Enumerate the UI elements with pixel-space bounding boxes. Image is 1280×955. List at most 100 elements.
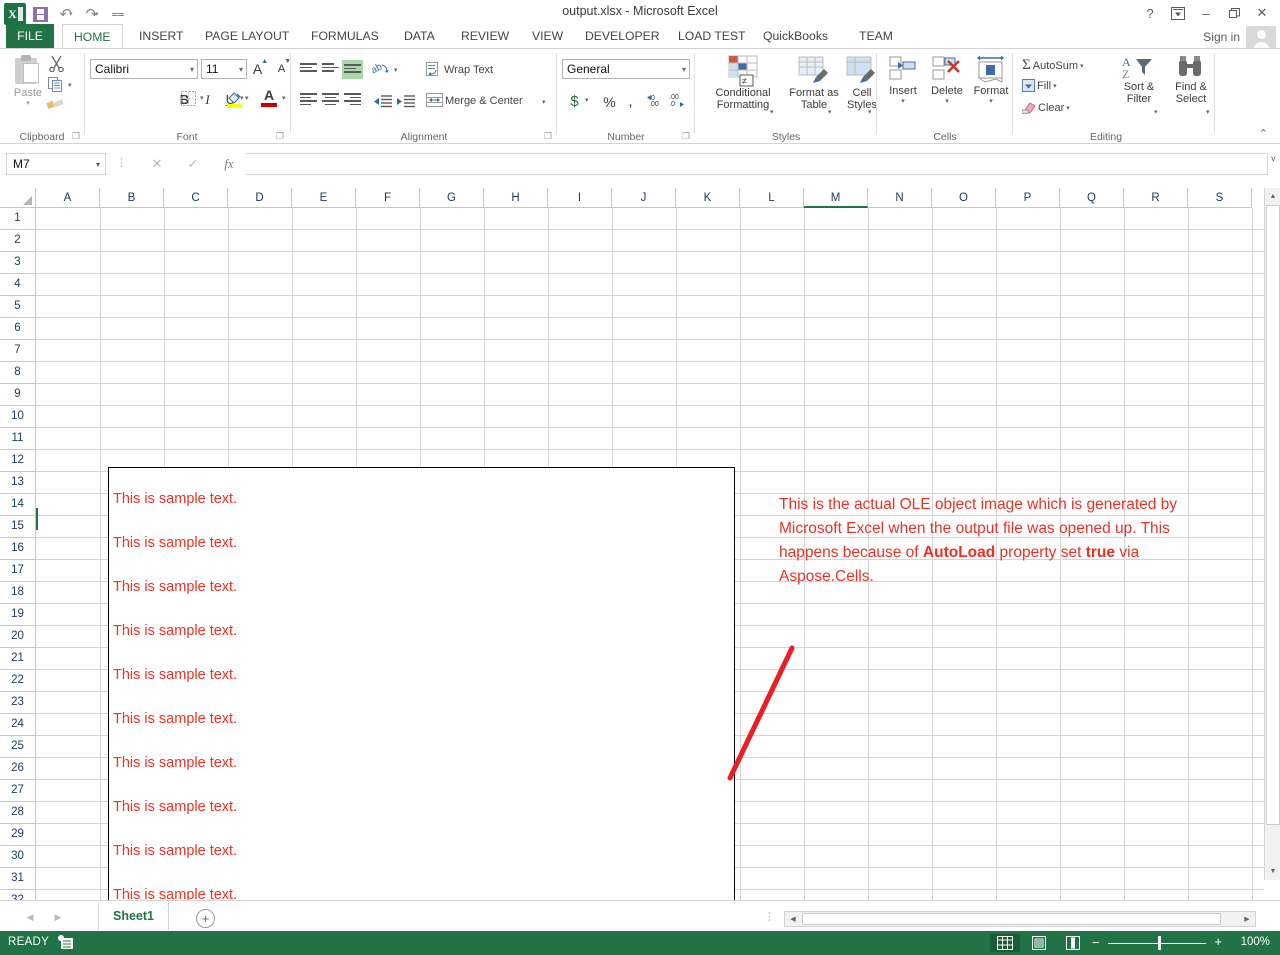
scroll-right-icon[interactable]: ▶	[1239, 912, 1255, 926]
font-size-select[interactable]: 11	[201, 59, 247, 79]
select-all-corner[interactable]	[0, 188, 36, 208]
orientation-icon[interactable]: ab	[369, 61, 390, 82]
accounting-caret-icon[interactable]: ▾	[585, 96, 589, 104]
row-header-5[interactable]: 5	[0, 296, 36, 318]
close-icon[interactable]: ✕	[1248, 2, 1276, 24]
delete-caret-icon[interactable]: ▾	[926, 97, 968, 105]
percent-format-icon[interactable]: %	[599, 91, 620, 112]
increase-indent-icon[interactable]	[397, 95, 415, 113]
row-header-8[interactable]: 8	[0, 362, 36, 384]
align-middle-icon[interactable]	[322, 63, 339, 76]
fill-color-caret-icon[interactable]: ▾	[245, 94, 249, 102]
align-center-icon[interactable]	[322, 93, 339, 106]
column-header-e[interactable]: E	[292, 188, 356, 208]
borders-caret-icon[interactable]: ▾	[200, 94, 204, 102]
tab-page-layout[interactable]: PAGE LAYOUT	[194, 24, 300, 49]
record-macro-icon[interactable]	[58, 935, 74, 950]
conditional-formatting-caret-icon[interactable]: ▾	[770, 108, 774, 116]
row-header-28[interactable]: 28	[0, 802, 36, 824]
cancel-formula-icon[interactable]: ✕	[140, 154, 174, 174]
horizontal-scrollbar[interactable]: ◀ ▶	[784, 911, 1256, 927]
row-header-9[interactable]: 9	[0, 384, 36, 406]
row-header-23[interactable]: 23	[0, 692, 36, 714]
row-header-2[interactable]: 2	[0, 230, 36, 252]
font-color-icon[interactable]: A	[261, 88, 277, 107]
cut-icon[interactable]	[48, 55, 65, 77]
row-header-31[interactable]: 31	[0, 868, 36, 890]
help-icon[interactable]: ?	[1136, 2, 1164, 24]
align-right-icon[interactable]	[344, 93, 361, 106]
next-sheet-icon[interactable]: ▶	[48, 909, 68, 925]
column-header-h[interactable]: H	[484, 188, 548, 208]
row-header-16[interactable]: 16	[0, 538, 36, 560]
font-color-caret-icon[interactable]: ▾	[282, 94, 286, 102]
page-break-preview-icon[interactable]	[1058, 934, 1088, 952]
column-header-a[interactable]: A	[36, 188, 100, 208]
clear-caret-icon[interactable]: ▾	[1066, 104, 1070, 112]
enter-formula-icon[interactable]: ✓	[176, 154, 210, 174]
column-header-n[interactable]: N	[868, 188, 932, 208]
previous-sheet-icon[interactable]: ◀	[20, 909, 40, 925]
fill-color-icon[interactable]	[226, 90, 243, 113]
column-header-r[interactable]: R	[1124, 188, 1188, 208]
autosum-button[interactable]: Σ AutoSum ▾	[1022, 57, 1084, 74]
increase-decimal-icon[interactable]: .0.00	[646, 93, 664, 112]
scroll-left-icon[interactable]: ◀	[785, 912, 801, 926]
row-header-27[interactable]: 27	[0, 780, 36, 802]
name-box[interactable]: M7	[6, 153, 106, 175]
column-header-g[interactable]: G	[420, 188, 484, 208]
row-header-24[interactable]: 24	[0, 714, 36, 736]
sort-filter-button[interactable]: A Z Sort & Filter	[1114, 55, 1164, 105]
column-header-p[interactable]: P	[996, 188, 1060, 208]
tab-insert[interactable]: INSERT	[128, 24, 194, 49]
row-header-20[interactable]: 20	[0, 626, 36, 648]
column-header-i[interactable]: I	[548, 188, 612, 208]
column-header-f[interactable]: F	[356, 188, 420, 208]
decrease-decimal-icon[interactable]: .00.0	[668, 93, 686, 112]
column-header-d[interactable]: D	[228, 188, 292, 208]
restore-icon[interactable]	[1220, 2, 1248, 24]
page-layout-view-icon[interactable]	[1024, 934, 1054, 952]
number-format-select[interactable]: General	[562, 59, 690, 79]
normal-view-icon[interactable]	[990, 934, 1020, 952]
decrease-indent-icon[interactable]	[374, 95, 392, 113]
row-header-14[interactable]: 14	[0, 494, 36, 516]
row-header-10[interactable]: 10	[0, 406, 36, 428]
row-header-1[interactable]: 1	[0, 208, 36, 230]
wrap-text-button[interactable]: Wrap Text	[426, 62, 493, 77]
row-header-17[interactable]: 17	[0, 560, 36, 582]
format-as-table-caret-icon[interactable]: ▾	[828, 108, 832, 116]
zoom-knob[interactable]	[1158, 936, 1161, 950]
ole-object[interactable]: This is sample text. This is sample text.…	[108, 467, 735, 900]
increase-font-size-icon[interactable]: A ▲	[250, 58, 271, 79]
find-select-button[interactable]: Find & Select	[1166, 55, 1216, 105]
row-header-13[interactable]: 13	[0, 472, 36, 494]
column-header-o[interactable]: O	[932, 188, 996, 208]
row-header-7[interactable]: 7	[0, 340, 36, 362]
tab-developer[interactable]: DEVELOPER	[574, 24, 671, 49]
column-header-j[interactable]: J	[612, 188, 676, 208]
sheet-tab-split-handle[interactable]: ⋮	[764, 910, 775, 923]
alignment-dialog-launcher[interactable]: ❐	[544, 131, 552, 142]
zoom-slider[interactable]: − +	[1092, 934, 1222, 951]
format-caret-icon[interactable]: ▾	[970, 97, 1012, 105]
format-cells-button[interactable]: Format ▾	[970, 55, 1012, 105]
scroll-down-icon[interactable]: ▼	[1265, 863, 1280, 880]
autosum-caret-icon[interactable]: ▾	[1080, 62, 1084, 70]
tab-load-test[interactable]: LOAD TEST	[667, 24, 757, 49]
vertical-scrollbar[interactable]: ▲ ▼	[1264, 188, 1280, 880]
tab-quickbooks[interactable]: QuickBooks	[752, 24, 839, 49]
column-header-c[interactable]: C	[164, 188, 228, 208]
font-dialog-launcher[interactable]: ❐	[276, 131, 284, 142]
expand-formula-bar-icon[interactable]: ˅	[1271, 154, 1276, 164]
row-header-32[interactable]: 32	[0, 890, 36, 900]
tab-data[interactable]: DATA	[393, 24, 446, 49]
merge-center-button[interactable]: Merge & Center	[426, 93, 523, 108]
ribbon-display-options-icon[interactable]	[1164, 2, 1192, 24]
number-dialog-launcher[interactable]: ❐	[682, 131, 690, 142]
tab-formulas[interactable]: FORMULAS	[300, 24, 390, 49]
column-header-k[interactable]: K	[676, 188, 740, 208]
row-header-25[interactable]: 25	[0, 736, 36, 758]
sort-filter-caret-icon[interactable]: ▾	[1154, 108, 1158, 116]
copy-caret-icon[interactable]: ▾	[68, 81, 72, 89]
